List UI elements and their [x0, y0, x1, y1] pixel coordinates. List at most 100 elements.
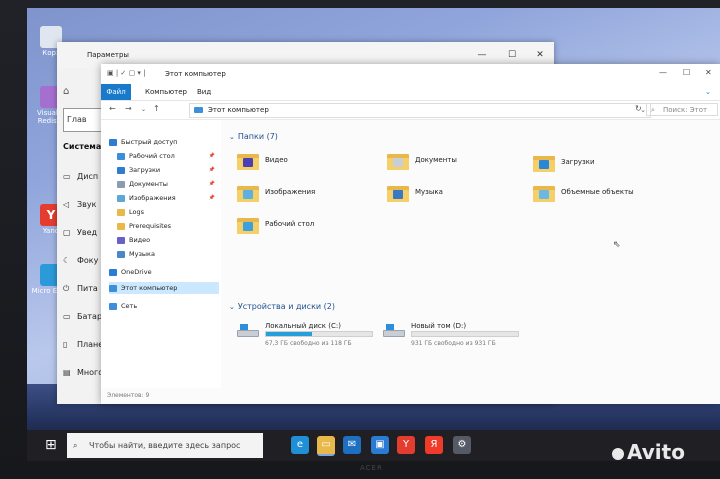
folder-item[interactable]: Музыка — [387, 182, 527, 210]
drive-usage-bar — [411, 331, 519, 337]
cloud-icon — [109, 268, 117, 276]
address-text: Этот компьютер — [208, 106, 269, 114]
nav-item-label: Загрузки — [129, 166, 161, 174]
documents-icon — [117, 180, 125, 188]
nav-item[interactable]: OneDrive — [109, 266, 219, 278]
nav-item[interactable]: Этот компьютер — [109, 282, 219, 294]
start-button[interactable]: ⊞ — [45, 438, 57, 452]
forward-arrow-icon[interactable]: → — [125, 104, 132, 113]
video-folder-icon — [237, 152, 259, 170]
nav-item-label: Быстрый доступ — [121, 138, 178, 146]
folder-item[interactable]: Документы — [387, 150, 527, 178]
taskbar-search-placeholder: Чтобы найти, введите здесь запрос — [89, 441, 241, 450]
maximize-button[interactable]: ☐ — [683, 68, 690, 77]
home-icon[interactable]: ⌂ — [63, 86, 69, 97]
nav-item[interactable]: Сеть — [109, 300, 219, 312]
file-explorer-window: ▣ | ✓ ▢ ▾ | Этот компьютер — ☐ ✕ Файл Ко… — [101, 64, 720, 404]
nav-item[interactable]: Logs — [117, 206, 219, 218]
nav-item-label: Этот компьютер — [121, 284, 178, 292]
multitask-icon: ▤ — [63, 368, 71, 377]
nav-item-label: Видео — [129, 236, 151, 244]
battery-icon: ▭ — [63, 312, 71, 321]
search-input[interactable]: ⌕ Поиск: Этот компьютер — [646, 103, 718, 127]
folder-label: Видео — [265, 156, 288, 164]
expand-ribbon-icon[interactable]: ⌄ ? — [697, 84, 720, 112]
music-folder-icon — [117, 250, 125, 258]
nav-item[interactable]: Документы 📌 — [117, 178, 219, 190]
tab-computer[interactable]: Компьютер — [137, 84, 195, 100]
refresh-icon[interactable]: ↻ — [635, 104, 642, 113]
nav-item[interactable]: Видео — [117, 234, 219, 246]
settings-item-label: Много — [77, 368, 104, 377]
up-arrow-icon[interactable]: ↑ — [153, 104, 160, 113]
address-input[interactable]: Этот компьютер ⌄ — [189, 103, 651, 118]
speaker-icon: ◁ — [63, 200, 70, 209]
monitor-icon: ▭ — [63, 172, 71, 181]
hard-drive-icon — [237, 324, 259, 338]
folder-item[interactable]: Объемные объекты — [533, 182, 673, 210]
nav-item-label: Сеть — [121, 302, 138, 310]
documents-folder-icon — [387, 152, 409, 170]
recent-chevron-icon[interactable]: ⌄ — [141, 106, 146, 113]
minimize-button[interactable]: — — [659, 68, 667, 77]
nav-item[interactable]: Рабочий стол 📌 — [117, 150, 219, 162]
chevron-down-icon: ⌄ — [229, 133, 235, 141]
pictures-icon — [117, 194, 125, 202]
settings-gear-icon[interactable]: ⚙ — [453, 436, 471, 454]
drive-item[interactable]: Новый том (D:) 931 ГБ свободно из 931 ГБ — [383, 320, 543, 350]
folders-group-header[interactable]: ⌄ Папки (7) — [229, 132, 278, 141]
avito-logo-icon — [612, 447, 624, 460]
back-arrow-icon[interactable]: ← — [109, 104, 116, 113]
taskbar-search-input[interactable]: ⌕ Чтобы найти, введите здесь запрос — [67, 433, 263, 458]
settings-section-title: Система — [63, 142, 102, 151]
file-explorer-icon[interactable]: ▭ — [317, 436, 335, 456]
drive-usage-bar — [265, 331, 373, 337]
nav-item[interactable]: Изображения 📌 — [117, 192, 219, 204]
folder-label: Документы — [415, 156, 457, 164]
nav-item-label: Музыка — [129, 250, 155, 258]
mouse-cursor-icon: ⇖ — [613, 240, 621, 250]
settings-item-label: Фоку — [77, 256, 99, 265]
drive-item[interactable]: Локальный диск (C:) 67,3 ГБ свободно из 1… — [237, 320, 397, 350]
close-button[interactable]: ✕ — [705, 68, 712, 77]
ribbon-tabs: Файл Компьютер Вид ⌄ ? — [101, 84, 720, 112]
nav-item[interactable]: Быстрый доступ — [109, 136, 219, 148]
downloads-folder-icon — [533, 154, 555, 172]
tab-view[interactable]: Вид — [189, 84, 219, 100]
settings-item-label: Увед — [77, 228, 98, 237]
edge-icon[interactable]: e — [291, 436, 309, 454]
settings-item-label: Плане — [77, 340, 104, 349]
nav-item-label: Рабочий стол — [129, 152, 175, 160]
settings-item-label: Дисп — [77, 172, 99, 181]
pin-icon: 📌 — [208, 181, 215, 187]
yandex-browser-icon[interactable]: Y — [397, 436, 415, 454]
nav-item-label: OneDrive — [121, 268, 152, 276]
group-header-label: Папки (7) — [237, 132, 278, 141]
drive-label: Локальный диск (C:) — [265, 322, 341, 330]
folder-item[interactable]: Загрузки — [533, 152, 673, 180]
folder-item[interactable]: Видео — [237, 150, 377, 178]
tab-file[interactable]: Файл — [101, 84, 131, 100]
mail-icon[interactable]: ✉ — [343, 436, 361, 454]
quick-access-toolbar[interactable]: ▣ | ✓ ▢ ▾ | — [107, 69, 145, 77]
drives-group-header[interactable]: ⌄ Устройства и диски (2) — [229, 302, 335, 311]
download-icon — [117, 166, 125, 174]
pin-icon: 📌 — [208, 153, 215, 159]
nav-item-label: Prerequisites — [129, 222, 172, 230]
explorer-titlebar: ▣ | ✓ ▢ ▾ | Этот компьютер — ☐ ✕ — [101, 64, 720, 84]
yandex-icon[interactable]: Я — [425, 436, 443, 454]
drive-free-text: 931 ГБ свободно из 931 ГБ — [411, 340, 496, 347]
folder-icon — [117, 222, 125, 230]
store-icon[interactable]: ▣ — [371, 436, 389, 454]
drive-usage-fill — [266, 332, 312, 336]
content-pane: ⌄ Папки (7) Видео Документы Загрузки Изображ… — [223, 120, 720, 388]
nav-item[interactable]: Музыка — [117, 248, 219, 260]
nav-item[interactable]: Загрузки 📌 — [117, 164, 219, 176]
folder-item[interactable]: Изображения — [237, 182, 377, 210]
settings-title: Параметры — [87, 51, 129, 59]
video-folder-icon — [117, 236, 125, 244]
folder-item[interactable]: Рабочий стол — [237, 214, 377, 242]
address-bar: ← → ⌄ ↑ Этот компьютер ⌄ ↻ ⌕ Поиск: Этот… — [101, 101, 720, 127]
nav-item[interactable]: Prerequisites — [117, 220, 219, 232]
folder-label: Загрузки — [561, 158, 595, 166]
